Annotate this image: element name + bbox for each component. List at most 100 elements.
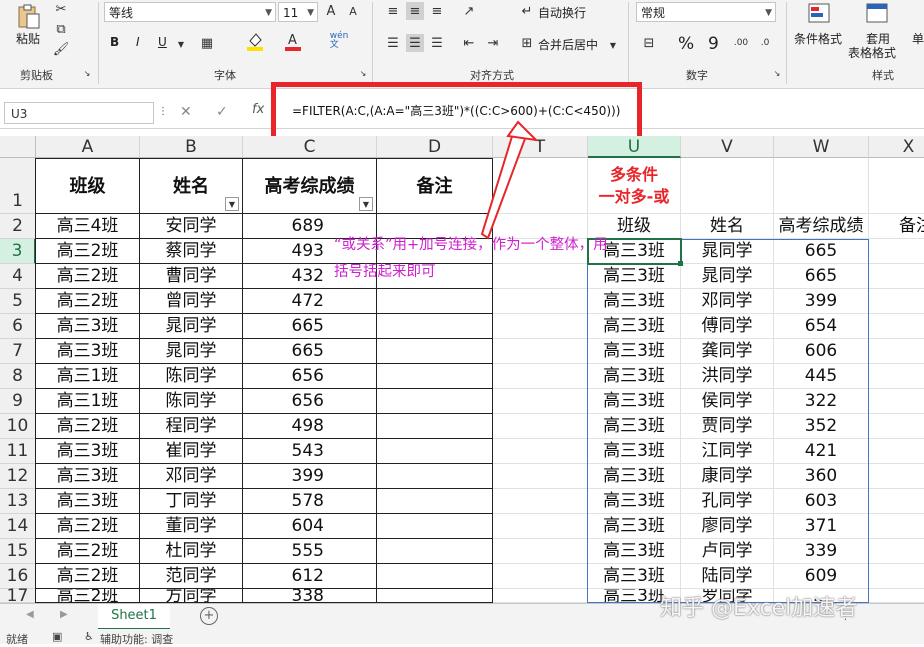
table-cell-D[interactable] — [377, 389, 493, 414]
result-header-W[interactable]: 高考综成绩 — [774, 214, 869, 239]
table-cell-D[interactable] — [377, 289, 493, 314]
phonetic-icon[interactable]: wén 文 — [330, 32, 349, 50]
number-launcher-icon[interactable]: ↘ — [772, 68, 782, 78]
table-cell-B[interactable]: 董同学 — [140, 514, 243, 539]
insert-function-icon[interactable]: fx — [252, 102, 264, 117]
conditional-format-icon[interactable] — [806, 2, 832, 24]
table-cell-C[interactable]: 604 — [243, 514, 377, 539]
table-cell-D[interactable] — [377, 489, 493, 514]
orientation-icon[interactable]: ↗ — [460, 2, 478, 20]
name-box[interactable]: U3 — [4, 102, 154, 124]
wrap-text-button[interactable]: 自动换行 — [538, 4, 586, 21]
table-cell-D[interactable] — [377, 439, 493, 464]
underline-button[interactable]: U — [158, 35, 167, 49]
result-cell-X[interactable] — [869, 589, 924, 603]
table-cell-C[interactable]: 472 — [243, 289, 377, 314]
empty-cell-T[interactable] — [493, 589, 588, 603]
table-cell-A[interactable]: 高三3班 — [36, 439, 140, 464]
table-cell-D[interactable] — [377, 564, 493, 589]
accessibility-icon[interactable]: ♿ — [84, 630, 94, 643]
table-cell-B[interactable]: 陈同学 — [140, 389, 243, 414]
merge-center-button[interactable]: 合并后居中 — [538, 36, 598, 53]
table-cell-C[interactable]: 555 — [243, 539, 377, 564]
align-middle-icon[interactable]: ≡ — [406, 2, 424, 20]
format-table-icon[interactable] — [864, 2, 890, 24]
decrease-indent-icon[interactable]: ⇤ — [460, 34, 478, 52]
empty-cell-T[interactable] — [493, 564, 588, 589]
empty-cell-T[interactable] — [493, 464, 588, 489]
result-header-V[interactable]: 姓名 — [681, 214, 774, 239]
format-table-label-2[interactable]: 表格格式 — [848, 44, 896, 61]
table-cell-A[interactable]: 高三2班 — [36, 514, 140, 539]
empty-cell[interactable] — [681, 158, 774, 214]
table-cell-A[interactable]: 高三2班 — [36, 289, 140, 314]
row-header-12[interactable]: 12 — [0, 464, 36, 489]
table-cell-C[interactable]: 338 — [243, 589, 377, 603]
cancel-icon[interactable]: ✕ — [180, 104, 192, 120]
empty-cell-T[interactable] — [493, 339, 588, 364]
empty-cell-T[interactable] — [493, 314, 588, 339]
cut-icon[interactable]: ✂ — [52, 0, 70, 18]
table-cell-B[interactable]: 陈同学 — [140, 364, 243, 389]
table-cell-A[interactable]: 高三2班 — [36, 414, 140, 439]
merge-center-icon[interactable]: ⊞ — [518, 34, 536, 52]
result-cell-X[interactable] — [869, 489, 924, 514]
table-cell-C[interactable]: 665 — [243, 314, 377, 339]
sheet-tab-sheet1[interactable]: Sheet1 — [98, 604, 170, 630]
empty-cell-T[interactable] — [493, 539, 588, 564]
table-cell-A[interactable]: 高三3班 — [36, 464, 140, 489]
row-header-3[interactable]: 3 — [0, 239, 36, 264]
font-name-combo[interactable]: 等线 ▼ — [104, 2, 276, 22]
table-cell-D[interactable] — [377, 514, 493, 539]
row-header-9[interactable]: 9 — [0, 389, 36, 414]
table-cell-B[interactable]: 杜同学 — [140, 539, 243, 564]
scroll-left-icon[interactable]: ◀ — [26, 609, 34, 620]
table-cell-D[interactable] — [377, 539, 493, 564]
row-header-2[interactable]: 2 — [0, 214, 36, 239]
table-cell-A[interactable]: 高三3班 — [36, 489, 140, 514]
row-header-1[interactable]: 1 — [0, 158, 36, 214]
wrap-text-icon[interactable]: ↵ — [518, 2, 536, 20]
row-header-6[interactable]: 6 — [0, 314, 36, 339]
add-sheet-icon[interactable]: + — [200, 607, 218, 625]
table-cell-A[interactable]: 高三2班 — [36, 589, 140, 603]
table-cell-B[interactable]: 曹同学 — [140, 264, 243, 289]
column-header-X[interactable]: X — [869, 136, 924, 158]
table-cell-D[interactable] — [377, 314, 493, 339]
decrease-font-icon[interactable]: A — [344, 2, 362, 20]
scroll-right-icon[interactable]: ▶ — [60, 609, 68, 620]
fill-color-icon[interactable] — [246, 32, 264, 51]
row-header-4[interactable]: 4 — [0, 264, 36, 289]
result-cell-X[interactable] — [869, 414, 924, 439]
column-header-U[interactable]: U — [588, 136, 681, 158]
italic-button[interactable]: I — [136, 35, 140, 49]
column-header-C[interactable]: C — [243, 136, 377, 158]
result-cell-X[interactable] — [869, 289, 924, 314]
row-header-8[interactable]: 8 — [0, 364, 36, 389]
font-color-icon[interactable]: A — [284, 32, 302, 51]
increase-font-icon[interactable]: A — [322, 2, 340, 20]
table-cell-B[interactable]: 晁同学 — [140, 339, 243, 364]
row-header-15[interactable]: 15 — [0, 539, 36, 564]
table-cell-C[interactable]: 498 — [243, 414, 377, 439]
table-cell-A[interactable]: 高三3班 — [36, 314, 140, 339]
table-cell-A[interactable]: 高三4班 — [36, 214, 140, 239]
result-cell-X[interactable] — [869, 264, 924, 289]
empty-cell-T[interactable] — [493, 514, 588, 539]
select-all-corner[interactable] — [0, 136, 36, 158]
paste-button[interactable]: 粘贴 — [16, 30, 40, 47]
empty-cell-T[interactable] — [493, 489, 588, 514]
table-cell-A[interactable]: 高三2班 — [36, 264, 140, 289]
table-cell-B[interactable]: 晁同学 — [140, 314, 243, 339]
bold-button[interactable]: B — [110, 35, 119, 49]
table-cell-C[interactable]: 578 — [243, 489, 377, 514]
table-cell-B[interactable]: 程同学 — [140, 414, 243, 439]
row-header-10[interactable]: 10 — [0, 414, 36, 439]
result-cell-X[interactable] — [869, 564, 924, 589]
filter-dropdown-icon[interactable]: ▼ — [359, 197, 373, 211]
table-cell-D[interactable] — [377, 414, 493, 439]
table-cell-A[interactable]: 高三2班 — [36, 239, 140, 264]
result-cell-X[interactable] — [869, 364, 924, 389]
empty-cell[interactable] — [774, 158, 869, 214]
result-header-X[interactable]: 备注 — [869, 214, 924, 239]
